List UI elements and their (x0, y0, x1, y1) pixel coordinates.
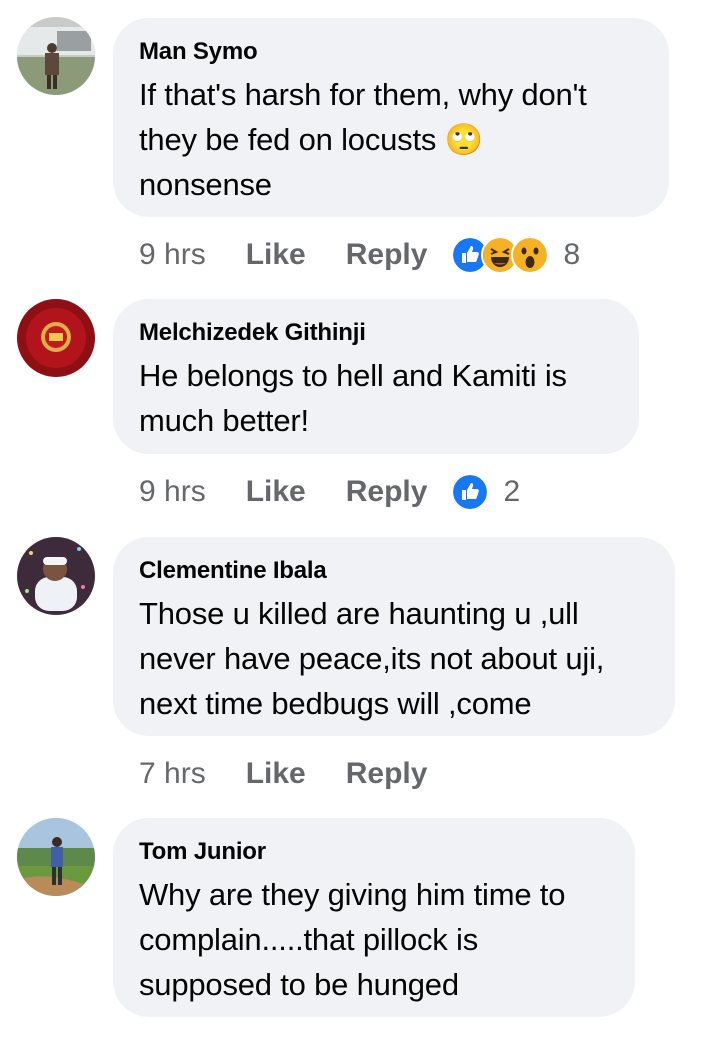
comment-author[interactable]: Clementine Ibala (139, 557, 649, 585)
reply-button[interactable]: Reply (346, 757, 428, 791)
comment-text-line: He belongs to hell and Kamiti is (139, 358, 567, 393)
comment-author[interactable]: Tom Junior (139, 838, 609, 866)
comment-text-line: nonsense (139, 167, 272, 202)
comment-text-line: never have peace,its not about uji, (139, 641, 605, 676)
reaction-count[interactable]: 2 (503, 475, 520, 509)
comment-text: If that's harsh for them, why don't they… (139, 72, 643, 207)
timestamp[interactable]: 9 hrs (139, 475, 206, 509)
timestamp[interactable]: 9 hrs (139, 238, 206, 272)
comment-meta: 9 hrs Like Reply 2 (139, 472, 520, 512)
avatar-person-field-icon (17, 818, 95, 896)
comment-text-line: If that's harsh for them, why don't (139, 77, 587, 112)
comment-author[interactable]: Melchizedek Githinji (139, 319, 613, 347)
comment-text-line: much better! (139, 403, 309, 438)
like-button[interactable]: Like (246, 757, 306, 791)
comment-meta: 9 hrs Like Reply 8 (139, 235, 580, 275)
reaction-summary[interactable] (451, 473, 490, 511)
reaction-summary[interactable] (451, 236, 550, 274)
comment-text: He belongs to hell and Kamiti is much be… (139, 353, 613, 443)
like-button[interactable]: Like (246, 475, 306, 509)
avatar[interactable] (17, 537, 95, 615)
comment-bubble: Man Symo If that's harsh for them, why d… (113, 18, 669, 217)
avatar[interactable] (17, 17, 95, 95)
comment-text-line: next time bedbugs will ,come (139, 686, 532, 721)
like-icon (451, 473, 490, 511)
comment-bubble: Tom Junior Why are they giving him time … (113, 818, 635, 1017)
avatar-photo-outdoor-icon (17, 17, 95, 95)
reply-button[interactable]: Reply (346, 475, 428, 509)
comment-text-line: Why are they giving him time to (139, 877, 566, 912)
like-button[interactable]: Like (246, 238, 306, 272)
comment-author[interactable]: Man Symo (139, 38, 643, 66)
comment-text-line: supposed to be hunged (139, 967, 459, 1002)
avatar-baby-photo-icon (17, 537, 95, 615)
avatar[interactable] (17, 818, 95, 896)
comment-bubble: Melchizedek Githinji He belongs to hell … (113, 299, 639, 454)
comment-text-line: Those u killed are haunting u ,ull (139, 596, 579, 631)
comment-text: Why are they giving him time to complain… (139, 872, 609, 1007)
comment-bubble: Clementine Ibala Those u killed are haun… (113, 537, 675, 736)
comment-meta: 7 hrs Like Reply (139, 754, 467, 794)
reaction-count[interactable]: 8 (563, 238, 580, 272)
comment-text-line: they be fed on locusts 🙄 (139, 122, 483, 157)
wow-icon (511, 236, 550, 274)
timestamp[interactable]: 7 hrs (139, 757, 206, 791)
comment-text: Those u killed are haunting u ,ull never… (139, 591, 649, 726)
reply-button[interactable]: Reply (346, 238, 428, 272)
avatar-red-jersey-icon (17, 299, 95, 377)
avatar[interactable] (17, 299, 95, 377)
comment-text-line: complain.....that pillock is (139, 922, 478, 957)
